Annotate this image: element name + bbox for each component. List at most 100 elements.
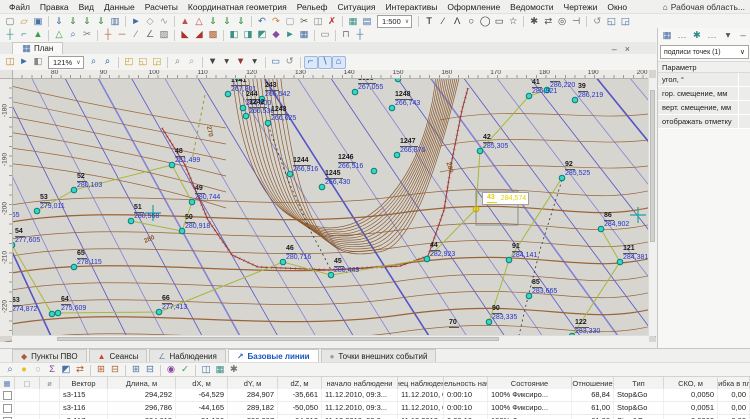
- panel-tools-icon[interactable]: ✱: [690, 30, 704, 43]
- measure-area-icon[interactable]: ⌂: [332, 56, 346, 69]
- open-project-icon[interactable]: ▱: [17, 15, 31, 28]
- tab-active[interactable]: ↗Базовые линии: [228, 349, 319, 363]
- map-point-44[interactable]: [424, 256, 430, 262]
- menu-item[interactable]: Чертежи: [559, 2, 603, 12]
- save-project-icon[interactable]: ▣: [31, 15, 45, 28]
- map-point-1036[interactable]: [352, 89, 358, 95]
- workspace-mode-icon[interactable]: ◫: [3, 56, 17, 69]
- region-tool-icon[interactable]: ◎: [555, 15, 569, 28]
- map-point-121[interactable]: [617, 259, 623, 265]
- tab-item[interactable]: ◆Пункты ПВО: [12, 349, 87, 363]
- new-page-icon[interactable]: ▢: [283, 15, 297, 28]
- map-point-1244[interactable]: [287, 171, 293, 177]
- cut-icon[interactable]: ✂: [297, 15, 311, 28]
- report-editor-icon[interactable]: ▦: [346, 15, 360, 28]
- zoom-frame-icon[interactable]: ⌕: [171, 56, 185, 69]
- panel-grid-icon[interactable]: ▦: [660, 30, 674, 43]
- map-point-39[interactable]: [572, 97, 578, 103]
- create-surface-icon[interactable]: ▲: [31, 29, 45, 42]
- map-point-90[interactable]: [486, 319, 492, 325]
- map-point-51[interactable]: [128, 218, 134, 224]
- parameter-row[interactable]: отображать отметку: [658, 115, 750, 129]
- map-point-45[interactable]: [328, 272, 334, 278]
- fill-region-2-icon[interactable]: ◢: [192, 29, 206, 42]
- menu-item[interactable]: Вид: [74, 2, 99, 12]
- copy-icon[interactable]: ◫: [311, 15, 325, 28]
- map-point-244[interactable]: [240, 105, 246, 111]
- edit-relief-icon[interactable]: ∕: [129, 29, 143, 42]
- h-scroll-thumb[interactable]: [57, 337, 499, 341]
- map-point-42[interactable]: [477, 148, 483, 154]
- map-point-49[interactable]: [189, 199, 195, 205]
- map-point-86[interactable]: [598, 226, 604, 232]
- map-point-1242[interactable]: [243, 113, 249, 119]
- menu-item[interactable]: Окно: [602, 2, 632, 12]
- import-dxf-icon[interactable]: ⇓: [80, 15, 94, 28]
- group-on-icon[interactable]: ⊞: [94, 364, 108, 377]
- report-view-icon[interactable]: ▤: [360, 15, 374, 28]
- horizontal-scrollbar[interactable]: [12, 335, 649, 342]
- layer-copy-icon[interactable]: ◱: [136, 56, 150, 69]
- map-point-1247[interactable]: [394, 152, 400, 158]
- window-icon[interactable]: ◫: [199, 364, 213, 377]
- import-points-1-icon[interactable]: ▲: [178, 15, 192, 28]
- crop-surface-icon[interactable]: ✂: [80, 29, 94, 42]
- recolor-region-icon[interactable]: ▩: [206, 29, 220, 42]
- map-point-50[interactable]: [179, 228, 185, 234]
- menu-item[interactable]: Интерактивы: [381, 2, 443, 12]
- zoom-in-icon[interactable]: ⌕: [101, 56, 115, 69]
- parameter-value[interactable]: [738, 87, 750, 100]
- frame-tool-icon[interactable]: ▭: [318, 29, 332, 42]
- delete-point-icon[interactable]: ─: [115, 29, 129, 42]
- exchange-icon[interactable]: ⇄: [73, 364, 87, 377]
- sum-icon[interactable]: Σ: [45, 364, 59, 377]
- group-off-icon[interactable]: ⊟: [108, 364, 122, 377]
- map-point-1246[interactable]: [371, 168, 377, 174]
- new-document-icon[interactable]: ▢: [3, 15, 17, 28]
- import-table-icon[interactable]: ▥: [108, 15, 122, 28]
- map-point-1245[interactable]: [319, 184, 325, 190]
- add-points-icon[interactable]: ┼: [3, 29, 17, 42]
- map-point-53[interactable]: [34, 208, 40, 214]
- pan-mode-icon[interactable]: ◧: [31, 56, 45, 69]
- link-off-icon[interactable]: ⊟: [143, 364, 157, 377]
- menu-item[interactable]: Данные: [99, 2, 140, 12]
- measure-segment-icon[interactable]: ∖: [318, 56, 332, 69]
- menu-item[interactable]: Координатная геометрия: [183, 2, 292, 12]
- pointer-select-icon[interactable]: ►: [17, 56, 31, 69]
- map-point-40[interactable]: [544, 87, 550, 93]
- map-point-243[interactable]: [259, 96, 265, 102]
- map-canvas[interactable]: [0, 70, 656, 342]
- map-point-63[interactable]: [49, 311, 55, 317]
- map-point-65[interactable]: [71, 264, 77, 270]
- export-xml-icon[interactable]: ⇓: [206, 15, 220, 28]
- parameter-row[interactable]: гор. смещение, мм: [658, 87, 750, 101]
- close-button[interactable]: ×: [625, 44, 630, 54]
- draw-ellipse-icon[interactable]: ○: [464, 15, 478, 28]
- menu-item[interactable]: Ситуация: [333, 2, 381, 12]
- apply-icon[interactable]: ✓: [178, 364, 192, 377]
- menu-item[interactable]: Расчеты: [140, 2, 183, 12]
- map-point-92[interactable]: [559, 175, 565, 181]
- menu-item[interactable]: Рельеф: [292, 2, 333, 12]
- delete-icon[interactable]: ✗: [325, 15, 339, 28]
- panel-tools-more-icon[interactable]: …: [705, 30, 719, 43]
- draw-angle-icon[interactable]: Λ: [450, 15, 464, 28]
- map-point-85[interactable]: [526, 293, 532, 299]
- pointer-tool-icon[interactable]: ►: [129, 15, 143, 28]
- select-frame-icon[interactable]: ▭: [269, 56, 283, 69]
- relations-icon[interactable]: ◩: [59, 364, 73, 377]
- text-tool-icon[interactable]: T: [422, 15, 436, 28]
- group-points-icon[interactable]: ◧: [227, 29, 241, 42]
- v-scroll-thumb[interactable]: [650, 90, 655, 242]
- swap-tool-icon[interactable]: ⇄: [541, 15, 555, 28]
- parameter-value[interactable]: [738, 115, 750, 128]
- lasso-tool-icon[interactable]: ↺: [590, 15, 604, 28]
- draw-polygon-icon[interactable]: ☆: [506, 15, 520, 28]
- parameter-value[interactable]: [738, 73, 750, 86]
- map-point-1741[interactable]: [225, 91, 231, 97]
- redo-icon[interactable]: ↷: [269, 15, 283, 28]
- map-point-1248[interactable]: [389, 105, 395, 111]
- map-window[interactable]: 249266,3051741267,801243266,542244266,30…: [0, 70, 656, 342]
- panel-dropdown-icon[interactable]: ▾: [721, 30, 735, 43]
